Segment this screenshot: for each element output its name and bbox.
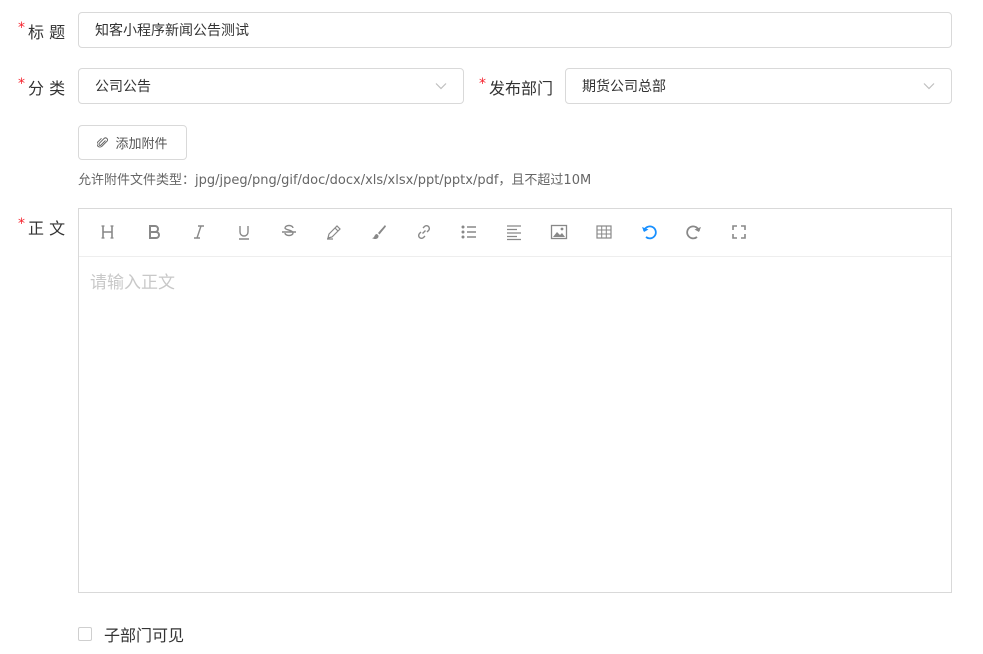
italic-icon[interactable] bbox=[188, 221, 210, 243]
add-attachment-button[interactable]: 添加附件 bbox=[78, 125, 187, 160]
add-attachment-label: 添加附件 bbox=[115, 137, 168, 152]
required-mark: * bbox=[18, 20, 25, 36]
department-label-text: 发布部门 bbox=[489, 79, 554, 98]
underline-icon[interactable] bbox=[233, 221, 255, 243]
subdept-visible-checkbox[interactable] bbox=[78, 627, 92, 641]
title-input[interactable]: 知客小程序新闻公告测试 bbox=[78, 12, 952, 48]
bold-icon[interactable] bbox=[143, 221, 165, 243]
align-icon[interactable] bbox=[503, 221, 525, 243]
link-icon[interactable] bbox=[413, 221, 435, 243]
department-label: * 发布部门 bbox=[479, 75, 553, 99]
body-label-text: 正 文 bbox=[28, 219, 66, 238]
body-label: * 正 文 bbox=[18, 215, 65, 239]
chevron-down-icon bbox=[923, 78, 935, 94]
image-icon[interactable] bbox=[548, 221, 570, 243]
brush-icon[interactable] bbox=[368, 221, 390, 243]
subdept-visible-option[interactable]: 子部门可见 bbox=[78, 622, 184, 646]
title-label: * 标 题 bbox=[18, 19, 65, 43]
strikethrough-icon[interactable] bbox=[278, 221, 300, 243]
undo-icon[interactable] bbox=[638, 221, 660, 243]
category-label-text: 分 类 bbox=[28, 79, 66, 98]
editor-toolbar bbox=[79, 209, 951, 257]
bullet-list-icon[interactable] bbox=[458, 221, 480, 243]
required-mark: * bbox=[479, 76, 486, 92]
chevron-down-icon bbox=[435, 78, 447, 94]
category-select[interactable]: 公司公告 bbox=[78, 68, 464, 104]
table-icon[interactable] bbox=[593, 221, 615, 243]
category-select-value: 公司公告 bbox=[95, 79, 151, 95]
title-input-value: 知客小程序新闻公告测试 bbox=[95, 23, 249, 39]
required-mark: * bbox=[18, 216, 25, 232]
subdept-visible-label: 子部门可见 bbox=[104, 626, 185, 645]
heading-icon[interactable] bbox=[98, 221, 120, 243]
department-select-value: 期货公司总部 bbox=[582, 79, 666, 95]
paperclip-icon bbox=[97, 136, 109, 149]
required-mark: * bbox=[18, 76, 25, 92]
highlight-icon[interactable] bbox=[323, 221, 345, 243]
fullscreen-icon[interactable] bbox=[728, 221, 750, 243]
department-select[interactable]: 期货公司总部 bbox=[565, 68, 952, 104]
title-label-text: 标 题 bbox=[28, 23, 66, 42]
rich-text-editor[interactable]: 请输入正文 bbox=[78, 208, 952, 593]
category-label: * 分 类 bbox=[18, 75, 65, 99]
redo-icon[interactable] bbox=[683, 221, 705, 243]
editor-placeholder: 请输入正文 bbox=[90, 273, 175, 293]
attachment-hint: 允许附件文件类型：jpg/jpeg/png/gif/doc/docx/xls/x… bbox=[78, 173, 592, 188]
